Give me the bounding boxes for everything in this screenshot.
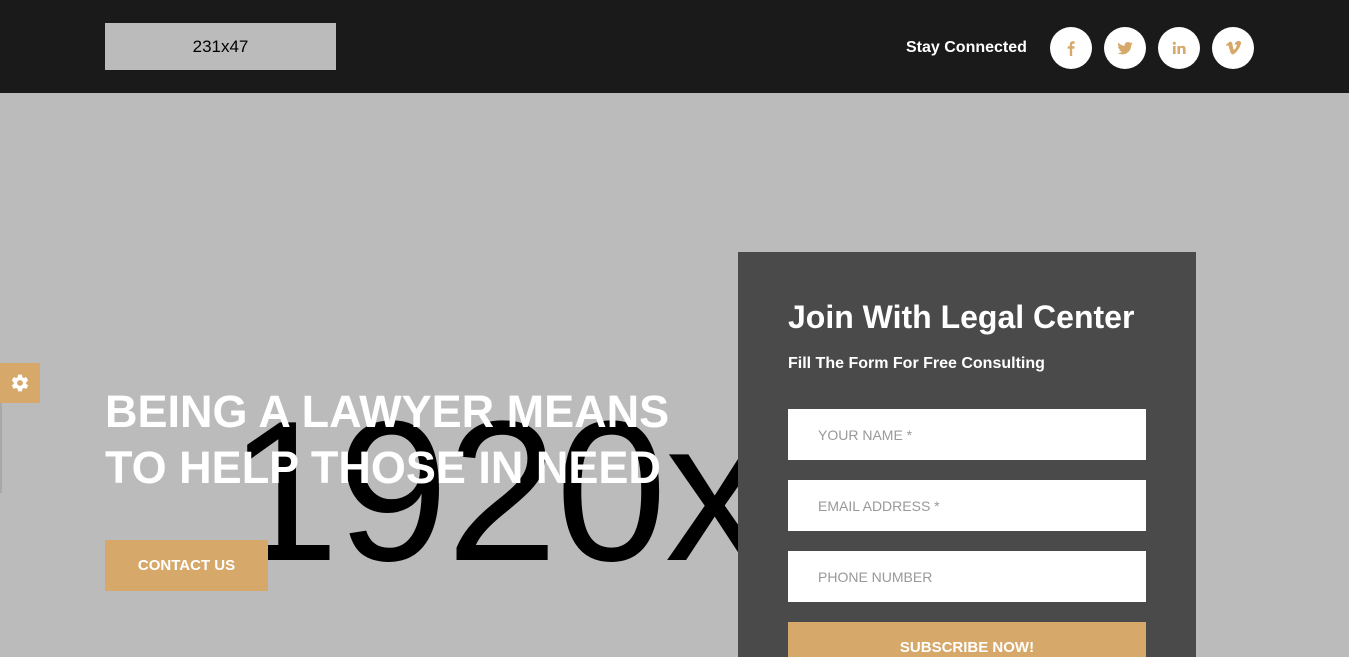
hero-heading-line-1: BEING A LAWYER MEANS	[105, 386, 670, 437]
twitter-icon[interactable]	[1104, 27, 1146, 69]
stay-connected-label: Stay Connected	[906, 39, 1027, 56]
email-input[interactable]	[788, 480, 1146, 531]
form-title: Join With Legal Center	[788, 299, 1135, 335]
phone-input[interactable]	[788, 551, 1146, 602]
vimeo-icon[interactable]	[1212, 27, 1254, 69]
gear-icon	[11, 374, 29, 392]
hero-heading-line-2: TO HELP THOSE IN NEED	[105, 442, 661, 493]
linkedin-icon[interactable]	[1158, 27, 1200, 69]
contact-us-button[interactable]: CONTACT US	[105, 540, 268, 591]
name-input[interactable]	[788, 409, 1146, 460]
consultation-form-panel: Join With Legal Center Fill The Form For…	[738, 252, 1196, 657]
form-subtitle: Fill The Form For Free Consulting	[788, 355, 1045, 372]
hero-heading: BEING A LAWYER MEANS TO HELP THOSE IN NE…	[105, 384, 705, 496]
facebook-icon[interactable]	[1050, 27, 1092, 69]
settings-toggle[interactable]	[0, 363, 40, 403]
side-shade	[0, 403, 2, 493]
logo[interactable]: 231x47	[105, 23, 336, 70]
top-bar: 231x47 Stay Connected	[0, 0, 1349, 93]
subscribe-button[interactable]: SUBSCRIBE NOW!	[788, 622, 1146, 657]
